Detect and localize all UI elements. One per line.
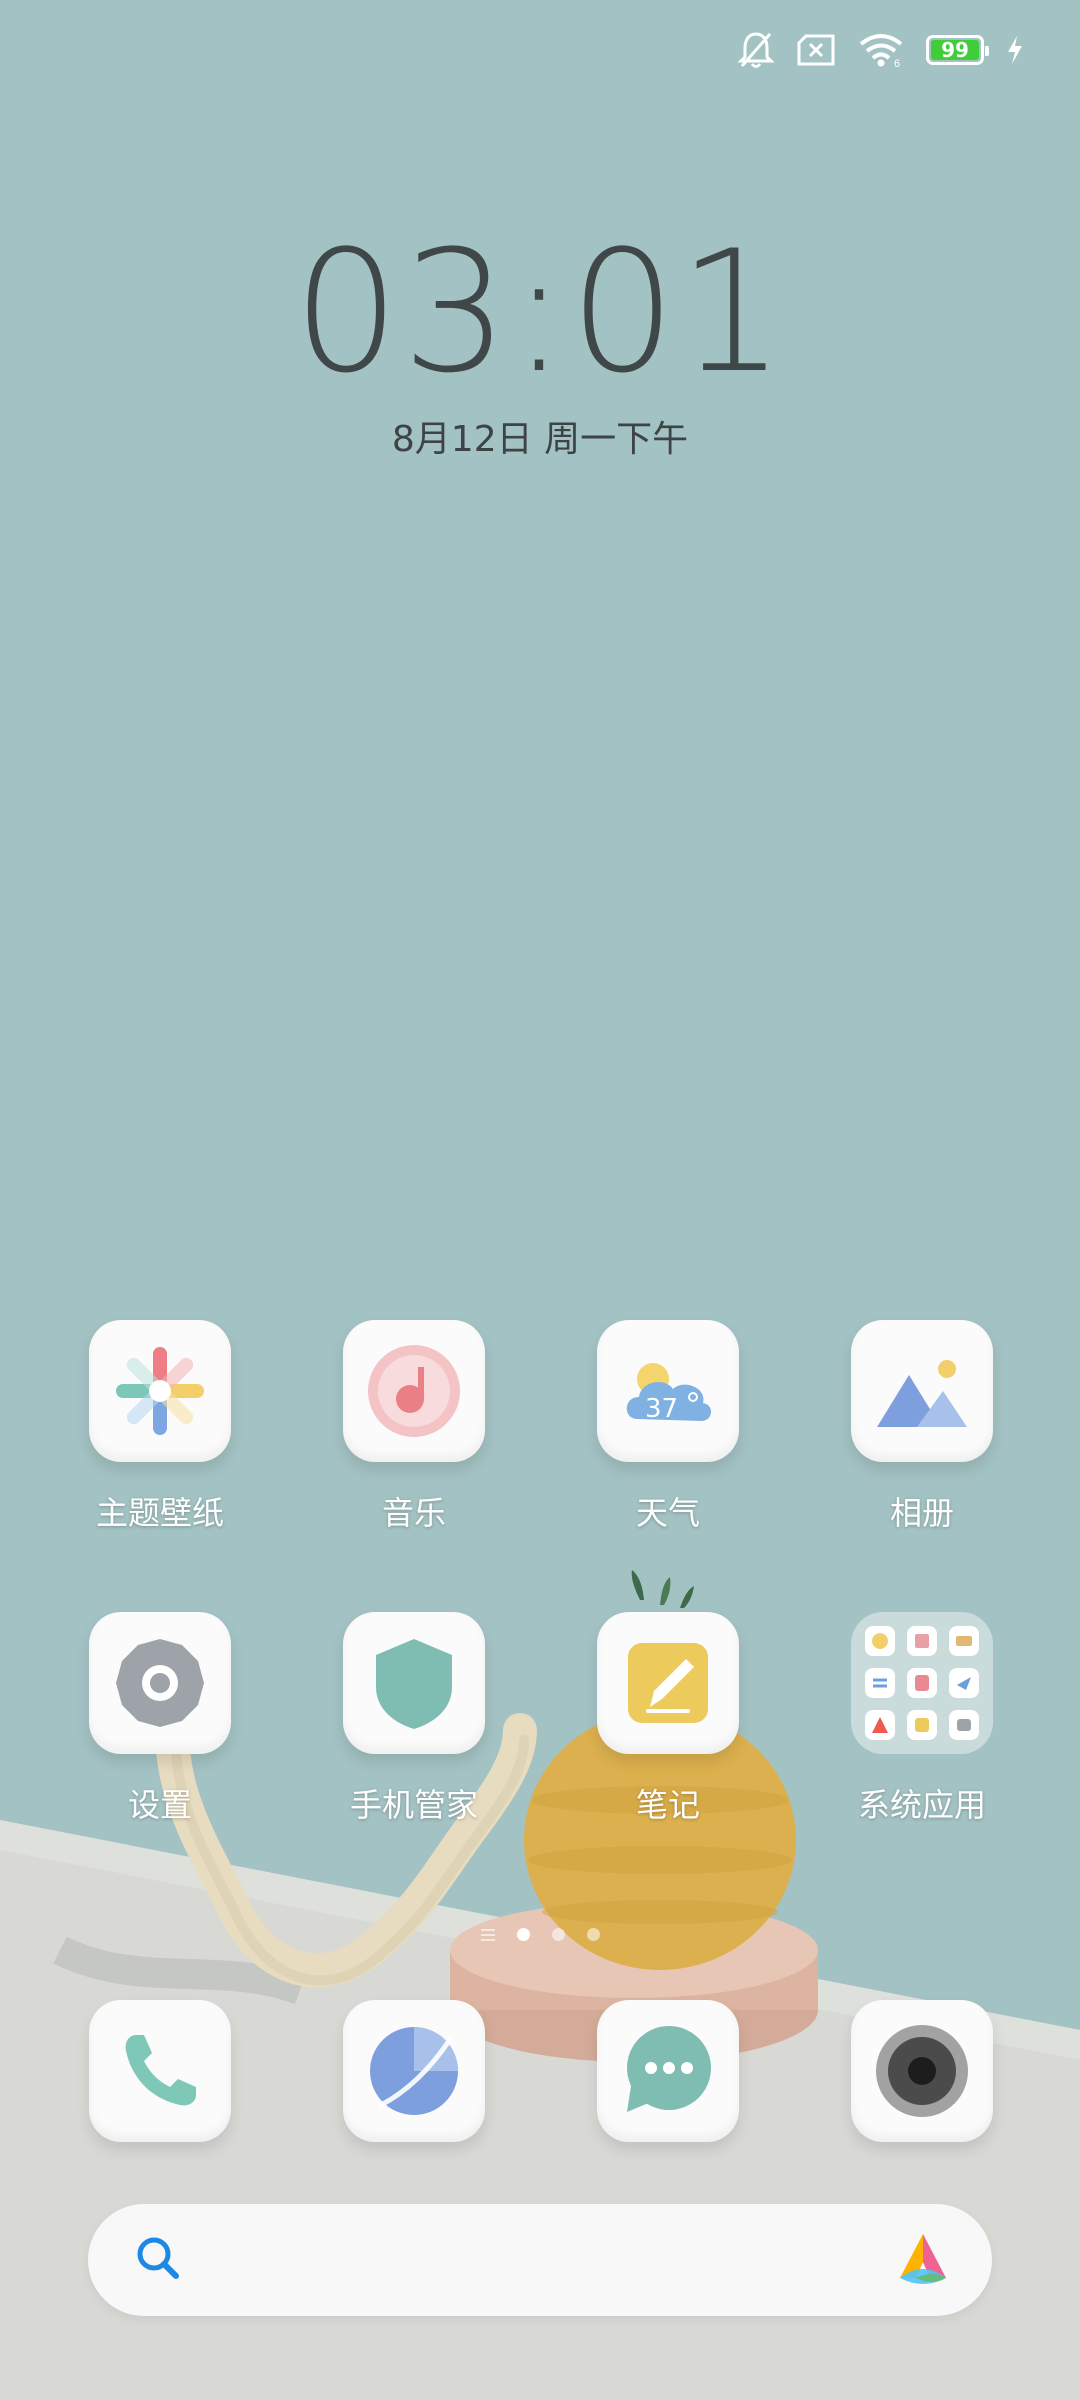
app-system-folder[interactable]: 系统应用 bbox=[822, 1612, 1022, 1826]
no-sim-icon bbox=[796, 34, 836, 66]
page-dot[interactable] bbox=[551, 1928, 565, 1941]
battery-level: 99 bbox=[941, 38, 969, 62]
browser-icon bbox=[343, 2000, 485, 2142]
battery-icon: 99 bbox=[926, 35, 989, 65]
dock-phone[interactable] bbox=[60, 2000, 260, 2142]
dock-browser[interactable] bbox=[314, 2000, 514, 2142]
notes-icon bbox=[597, 1612, 739, 1754]
phone-icon bbox=[89, 2000, 231, 2142]
app-label: 天气 bbox=[635, 1494, 700, 1532]
search-bar[interactable] bbox=[88, 2204, 992, 2316]
mini-app-icon bbox=[907, 1668, 937, 1698]
app-label: 手机管家 bbox=[349, 1786, 478, 1824]
wifi-icon: 6 bbox=[858, 32, 904, 68]
page-dot[interactable] bbox=[586, 1928, 600, 1941]
security-icon bbox=[343, 1612, 485, 1754]
page-dot-active[interactable] bbox=[516, 1928, 530, 1941]
mini-app-icon bbox=[949, 1668, 979, 1698]
app-music[interactable]: 音乐 bbox=[314, 1320, 514, 1534]
settings-icon bbox=[89, 1612, 231, 1754]
camera-icon bbox=[851, 2000, 993, 2142]
mini-app-icon bbox=[865, 1626, 895, 1656]
clock: 03:01 bbox=[292, 214, 788, 410]
themes-icon bbox=[89, 1320, 231, 1462]
mini-app-icon bbox=[865, 1668, 895, 1698]
music-icon bbox=[343, 1320, 485, 1462]
search-input[interactable] bbox=[204, 2240, 892, 2280]
app-weather[interactable]: 37 天气 bbox=[568, 1320, 768, 1534]
date: 8月12日 周一下午 bbox=[391, 419, 689, 460]
mini-app-icon bbox=[865, 1710, 895, 1740]
page-indicator-minus-one[interactable] bbox=[480, 1928, 495, 1941]
mute-icon bbox=[738, 30, 774, 70]
gallery-icon bbox=[851, 1320, 993, 1462]
app-security[interactable]: 手机管家 bbox=[314, 1612, 514, 1826]
app-gallery[interactable]: 相册 bbox=[822, 1320, 1022, 1534]
app-label: 笔记 bbox=[635, 1786, 700, 1824]
weather-icon: 37 bbox=[597, 1320, 739, 1462]
messages-icon bbox=[597, 2000, 739, 2142]
system-apps-folder-icon bbox=[851, 1612, 993, 1754]
app-settings[interactable]: 设置 bbox=[60, 1612, 260, 1826]
status-bar: 6 99 bbox=[738, 28, 1024, 72]
mini-app-icon bbox=[949, 1710, 979, 1740]
mini-app-icon bbox=[907, 1626, 937, 1656]
app-themes[interactable]: 主题壁纸 bbox=[60, 1320, 260, 1534]
mini-app-icon bbox=[907, 1710, 937, 1740]
page-indicator[interactable] bbox=[0, 1928, 1080, 1941]
svg-text:6: 6 bbox=[894, 58, 900, 68]
dock-messages[interactable] bbox=[568, 2000, 768, 2142]
dock-camera[interactable] bbox=[822, 2000, 1022, 2142]
charging-icon bbox=[1006, 35, 1024, 65]
search-icon[interactable] bbox=[132, 2232, 184, 2288]
assistant-icon[interactable] bbox=[892, 2230, 954, 2290]
app-notes[interactable]: 笔记 bbox=[568, 1612, 768, 1826]
app-label: 设置 bbox=[127, 1786, 192, 1824]
app-label: 系统应用 bbox=[857, 1786, 986, 1824]
app-label: 音乐 bbox=[381, 1494, 446, 1532]
app-label: 相册 bbox=[889, 1494, 954, 1532]
app-label: 主题壁纸 bbox=[95, 1494, 224, 1532]
weather-temp: 37 bbox=[645, 1394, 678, 1424]
mini-app-icon bbox=[949, 1626, 979, 1656]
